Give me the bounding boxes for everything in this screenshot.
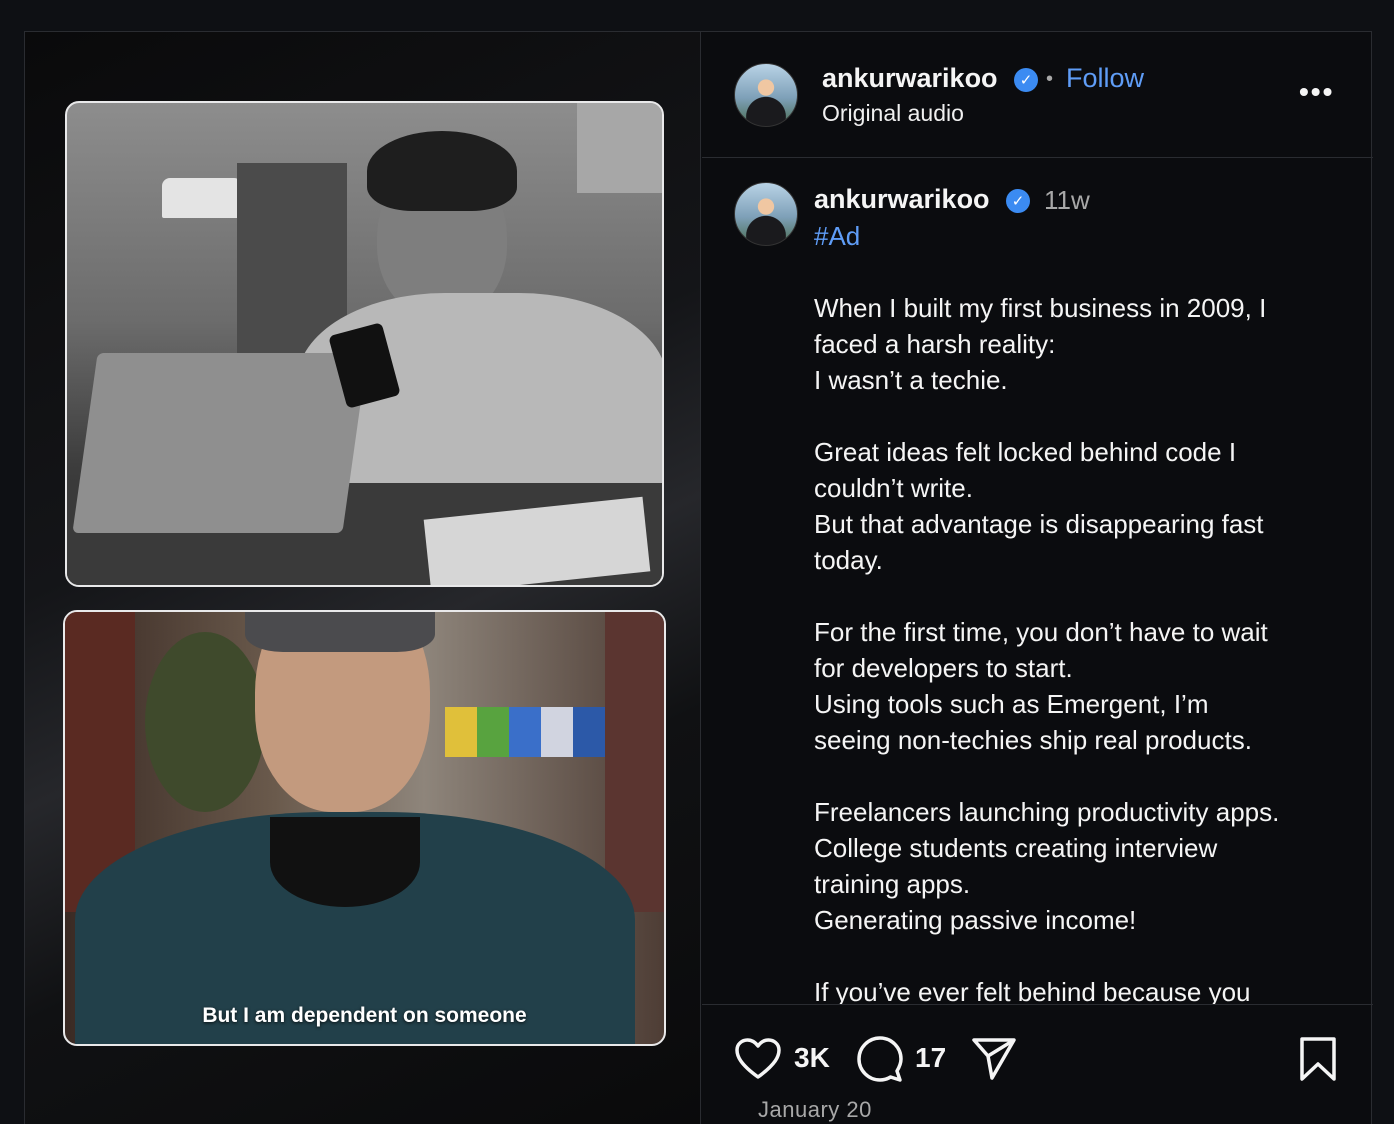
post-modal: But I am dependent on someone ankurwarik… [24,31,1373,1124]
more-icon[interactable]: ••• [1299,76,1334,108]
window-frame [577,103,662,193]
books-colorful [445,707,605,757]
post-header: ankurwarikoo ✓ • Follow Original audio •… [702,32,1373,158]
caption-line: College students creating interview [814,833,1218,863]
comment-count[interactable]: 17 [915,1042,946,1074]
caption-line: seeing non-techies ship real products. [814,725,1252,755]
post-date: January 20 [758,1097,872,1122]
caption-line: Using tools such as Emergent, I’m [814,689,1209,719]
speaker-collar [270,817,420,907]
video-caption: But I am dependent on someone [202,1004,527,1027]
verified-badge-icon: ✓ [1006,189,1030,213]
audio-label[interactable]: Original audio [822,100,964,127]
hashtag-link[interactable]: #Ad [814,221,860,252]
media-top-frame [65,101,664,587]
lamp-shade [162,178,242,218]
caption-line: Great ideas felt locked behind code I [814,437,1237,467]
caption-line: training apps. [814,869,971,899]
post-sidebar: ankurwarikoo ✓ • Follow Original audio •… [702,32,1373,1124]
caption-line: When I built my first business in 2009, … [814,293,1267,323]
follow-button[interactable]: Follow [1066,63,1144,94]
caption-line: If you’ve ever felt behind because you [814,977,1251,1004]
action-bar: 3K 17 January 20 [702,1004,1373,1124]
caption-line: couldn’t write. [814,473,973,503]
caption-username[interactable]: ankurwarikoo [814,184,990,215]
man-hair [367,131,517,211]
like-count[interactable]: 3K [794,1042,830,1074]
reel-media[interactable]: But I am dependent on someone [25,32,701,1124]
caption-line: faced a harsh reality: [814,329,1056,359]
caption-line: I wasn’t a techie. [814,365,1008,395]
laptop [72,353,368,533]
bookshelf-right [605,612,664,912]
caption-avatar[interactable] [734,182,798,246]
avatar[interactable] [734,63,798,127]
caption-line: For the first time, you don’t have to wa… [814,617,1268,647]
heart-icon[interactable] [734,1037,782,1081]
caption-body: When I built my first business in 2009, … [814,290,1354,1004]
speaker-hair [245,612,435,652]
verified-badge-icon: ✓ [1014,68,1038,92]
comment-icon[interactable] [856,1035,904,1083]
caption-line: today. [814,545,883,575]
bookmark-icon[interactable] [1298,1036,1338,1082]
share-icon[interactable] [970,1036,1018,1082]
caption-line: But that advantage is disappearing fast [814,509,1264,539]
separator-dot: • [1046,68,1054,90]
media-bottom-frame: But I am dependent on someone [63,610,666,1046]
plant [145,632,265,812]
caption-line: Freelancers launching productivity apps. [814,797,1280,827]
caption-line: for developers to start. [814,653,1073,683]
header-username[interactable]: ankurwarikoo [822,63,998,94]
post-time: 11w [1044,185,1090,215]
caption-line: Generating passive income! [814,905,1137,935]
